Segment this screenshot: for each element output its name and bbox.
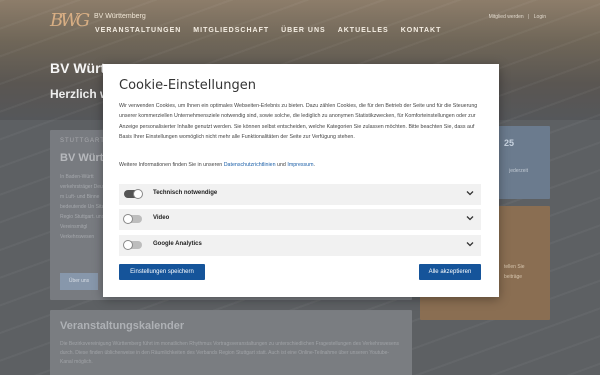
setting-label-google-analytics: Google Analytics [153, 241, 202, 247]
more-info-period: . [313, 162, 316, 168]
toggle-technical[interactable] [124, 189, 143, 199]
dialog-description: Wir verwenden Cookies, um Ihnen ein opti… [119, 103, 478, 140]
toggle-video[interactable] [123, 214, 142, 224]
more-info-and: und [275, 162, 288, 168]
chevron-down-icon[interactable] [465, 239, 475, 249]
toggle-knob [123, 214, 133, 224]
privacy-policy-link[interactable]: Datenschutzrichtlinien [224, 162, 276, 168]
dialog-more-info: Weitere Informationen finden Sie in unse… [119, 160, 485, 170]
more-info-prefix: Weitere Informationen finden Sie in unse… [119, 162, 224, 168]
toggle-google-analytics[interactable] [123, 240, 142, 250]
setting-label-technical: Technisch notwendige [153, 190, 218, 196]
chevron-down-icon[interactable] [465, 188, 475, 198]
dialog-title: Cookie-Einstellungen [119, 78, 256, 93]
setting-row-video[interactable]: Video [119, 209, 481, 230]
setting-label-video: Video [153, 215, 170, 221]
save-settings-button[interactable]: Einstellungen speichern [119, 264, 205, 280]
setting-row-technical[interactable]: Technisch notwendige [119, 184, 481, 205]
accept-all-button[interactable]: Alle akzeptieren [419, 264, 481, 280]
imprint-link[interactable]: Impressum [287, 162, 313, 168]
toggle-knob [133, 189, 143, 199]
cookie-settings-dialog: Cookie-Einstellungen Wir verwenden Cooki… [103, 64, 499, 297]
toggle-knob [123, 240, 133, 250]
setting-row-google-analytics[interactable]: Google Analytics [119, 235, 481, 256]
chevron-down-icon[interactable] [465, 213, 475, 223]
